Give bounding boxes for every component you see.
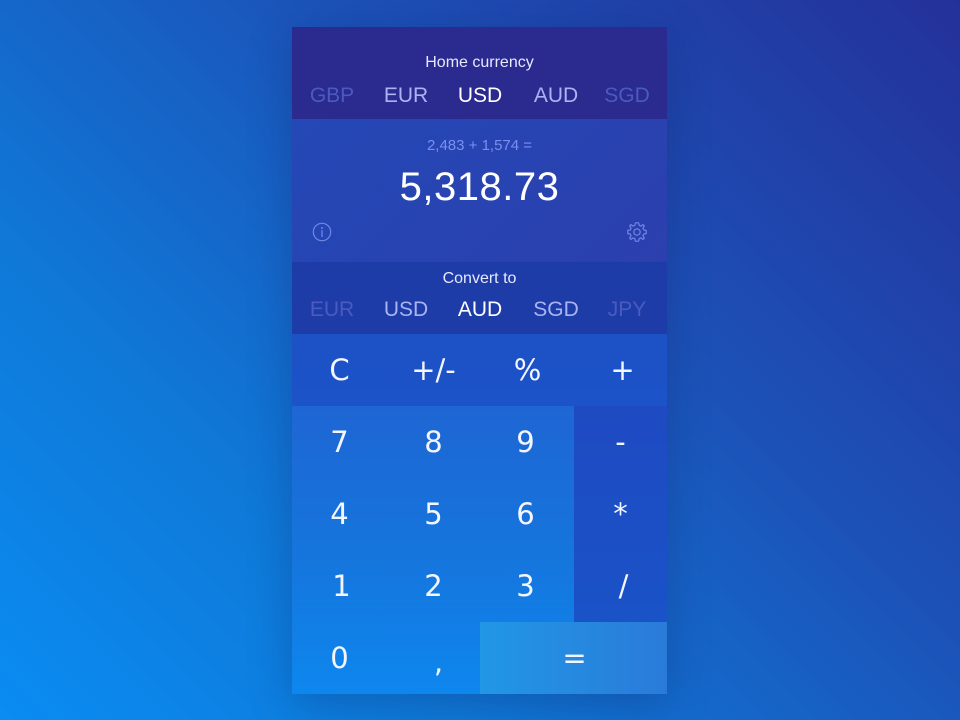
digit-0-key[interactable]: 0 (293, 622, 386, 694)
convert-currency-option-aud[interactable]: AUD (440, 296, 520, 324)
info-icon[interactable] (312, 222, 332, 242)
home-currency-section: Home currency GBP EUR USD AUD SGD (292, 27, 667, 119)
gear-icon[interactable] (626, 221, 648, 243)
home-currency-option-gbp[interactable]: GBP (292, 82, 372, 110)
home-currency-option-eur[interactable]: EUR (366, 82, 446, 110)
home-currency-option-usd[interactable]: USD (440, 82, 520, 110)
digit-7-key[interactable]: 7 (293, 406, 386, 478)
convert-currency-option-usd[interactable]: USD (366, 296, 446, 324)
digit-4-key[interactable]: 4 (293, 478, 386, 550)
convert-currency-option-sgd[interactable]: SGD (516, 296, 596, 324)
digit-2-key[interactable]: 2 (387, 550, 480, 622)
toggle-sign-key[interactable]: +/- (387, 334, 480, 406)
divide-key[interactable]: / (577, 550, 667, 622)
decimal-key[interactable]: , (392, 626, 485, 694)
result-value: 5,318.73 (399, 165, 560, 209)
convert-currency-option-jpy[interactable]: JPY (587, 296, 667, 324)
convert-to-section: Convert to EUR USD AUD SGD JPY (292, 262, 667, 334)
expression-text: 2,483 + 1,574 = (426, 137, 533, 154)
digit-8-key[interactable]: 8 (387, 406, 480, 478)
keypad: C +/- % + 7 8 9 - 4 5 6 * 1 2 3 / 0 , = (292, 334, 667, 694)
home-currency-picker[interactable]: GBP EUR USD AUD SGD (292, 82, 667, 110)
digit-6-key[interactable]: 6 (479, 478, 572, 550)
convert-currency-picker[interactable]: EUR USD AUD SGD JPY (292, 296, 667, 324)
add-key[interactable]: + (576, 334, 667, 406)
digit-1-key[interactable]: 1 (295, 550, 388, 622)
clear-key[interactable]: C (293, 334, 386, 406)
digit-3-key[interactable]: 3 (479, 550, 572, 622)
home-currency-title: Home currency (425, 54, 534, 71)
home-currency-option-aud[interactable]: AUD (516, 82, 596, 110)
convert-to-title: Convert to (442, 270, 517, 287)
subtract-key[interactable]: - (574, 406, 667, 478)
convert-currency-option-eur[interactable]: EUR (292, 296, 372, 324)
result-display: 2,483 + 1,574 = 5,318.73 (292, 119, 667, 262)
digit-5-key[interactable]: 5 (387, 478, 480, 550)
equals-key[interactable]: = (481, 622, 667, 694)
currency-calculator-app: Home currency GBP EUR USD AUD SGD 2,483 … (292, 27, 667, 694)
digit-9-key[interactable]: 9 (479, 406, 572, 478)
multiply-key[interactable]: * (574, 478, 667, 550)
home-currency-option-sgd[interactable]: SGD (587, 82, 667, 110)
percent-key[interactable]: % (481, 334, 574, 406)
